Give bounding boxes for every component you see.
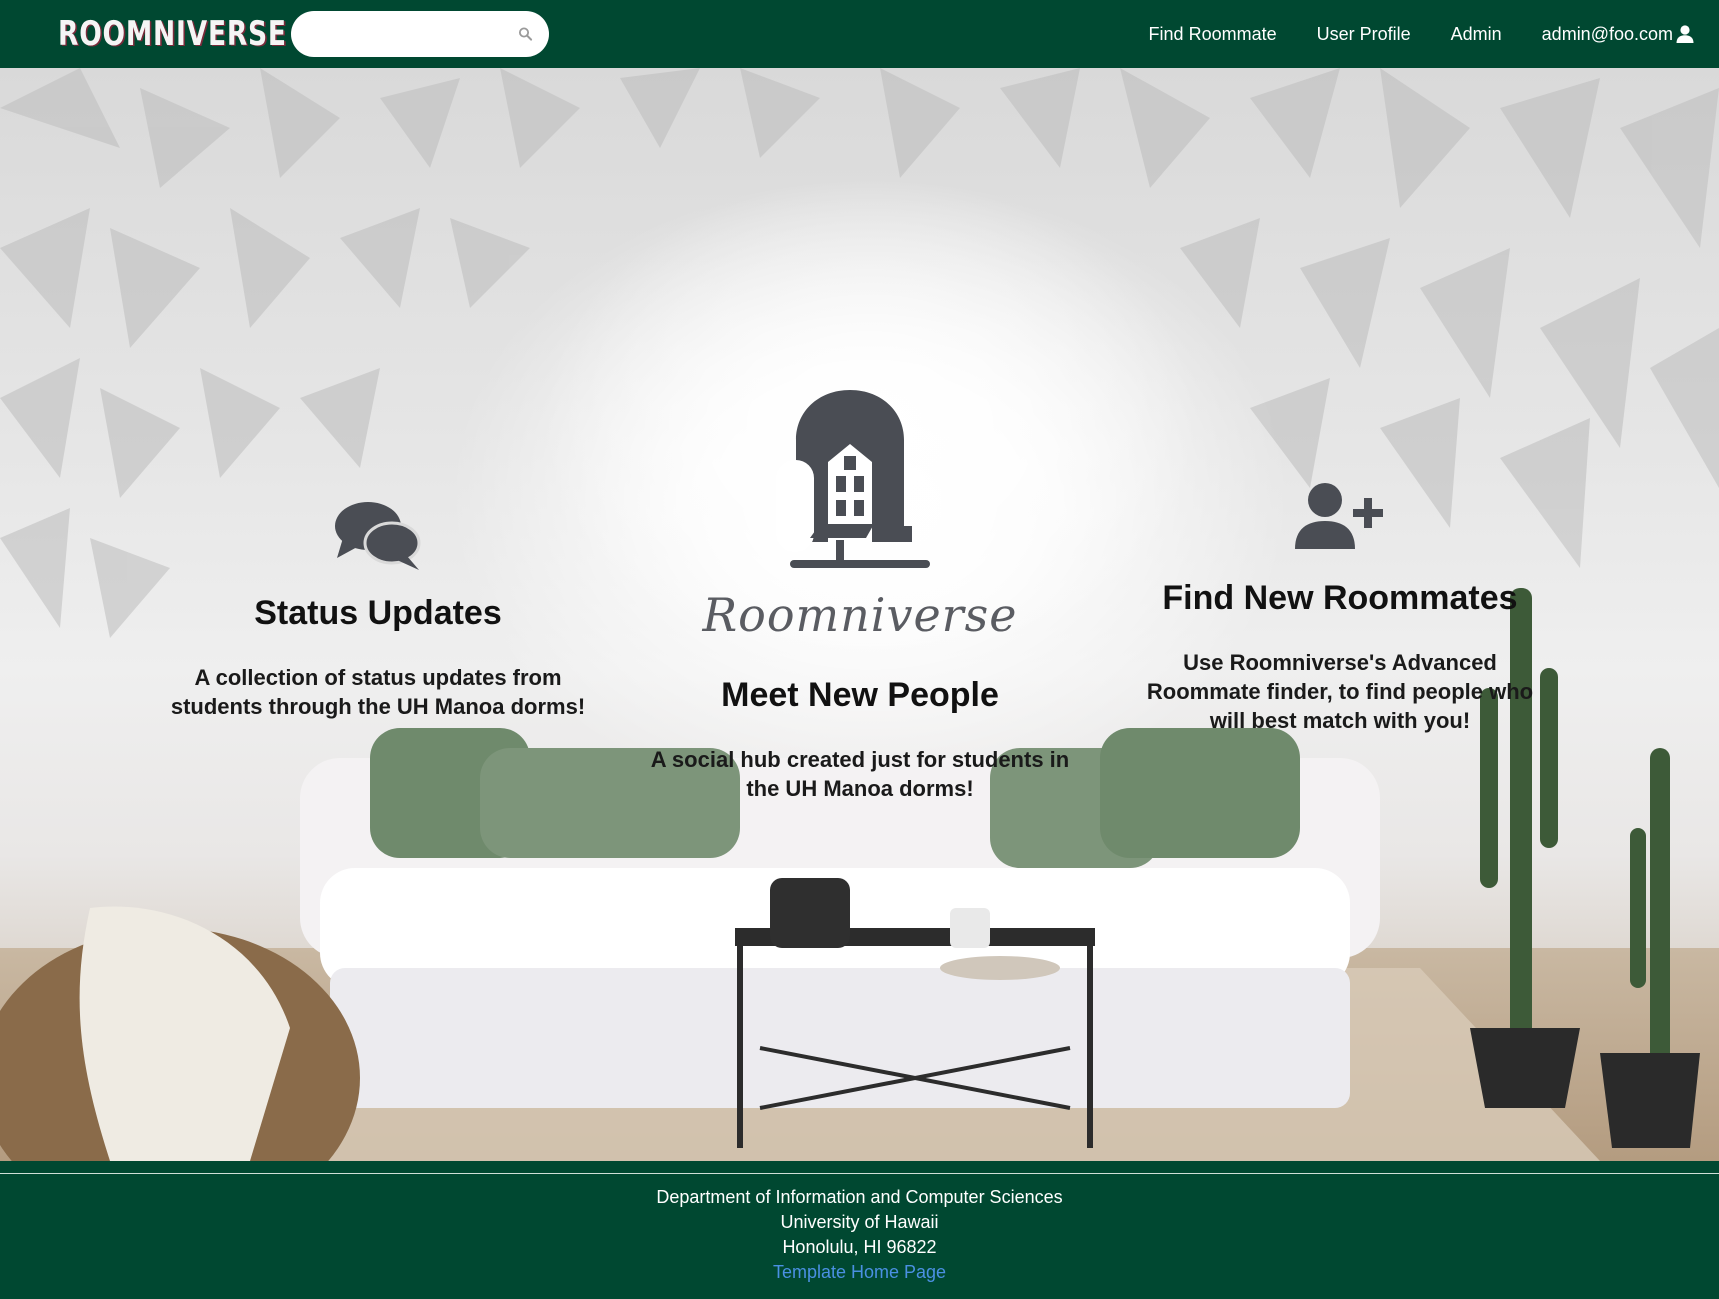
footer-address: Honolulu, HI 96822 [782, 1237, 937, 1257]
user-icon [1676, 25, 1694, 43]
search-bar[interactable] [291, 11, 549, 57]
nav-links: Find Roommate User Profile Admin admin@f… [1109, 0, 1695, 68]
feature-description: Use Roomniverse's Advanced Roommate find… [1146, 650, 1534, 733]
feature-status-updates: Status Updates A collection of status up… [150, 500, 606, 721]
feature-description: A social hub created just for students i… [650, 747, 1070, 801]
footer: Department of Information and Computer S… [0, 1161, 1719, 1299]
search-input[interactable] [307, 24, 518, 44]
nav-admin[interactable]: Admin [1451, 24, 1502, 45]
nav-user-profile[interactable]: User Profile [1317, 24, 1411, 45]
comments-icon [335, 502, 421, 570]
search-icon[interactable] [518, 24, 533, 44]
brand-logo[interactable]: ROOMNIVERSE [58, 13, 287, 55]
feature-description: A collection of status updates from stud… [170, 665, 586, 719]
hero-section: Status Updates A collection of status up… [0, 68, 1719, 1161]
user-email: admin@foo.com [1541, 23, 1673, 44]
feature-meet-new-people: Roomniverse Meet New People A social hub… [630, 390, 1090, 803]
footer-university: University of Hawaii [780, 1212, 939, 1232]
footer-template-link[interactable]: Template Home Page [773, 1262, 946, 1282]
feature-title: Meet New People [721, 676, 999, 714]
user-plus-icon [1295, 483, 1383, 549]
roomniverse-logo [776, 390, 930, 568]
nav-user-menu[interactable]: admin@foo.com [1542, 24, 1695, 45]
navbar: ROOMNIVERSE Find Roommate User Profile A… [0, 0, 1719, 68]
feature-find-roommates: Find New Roommates Use Roomniverse's Adv… [1120, 483, 1560, 735]
feature-title: Find New Roommates [1162, 579, 1518, 617]
nav-find-roommate[interactable]: Find Roommate [1149, 24, 1277, 45]
feature-title: Status Updates [254, 594, 502, 632]
footer-department: Department of Information and Computer S… [656, 1187, 1063, 1207]
logo-text: Roomniverse [702, 588, 1018, 642]
